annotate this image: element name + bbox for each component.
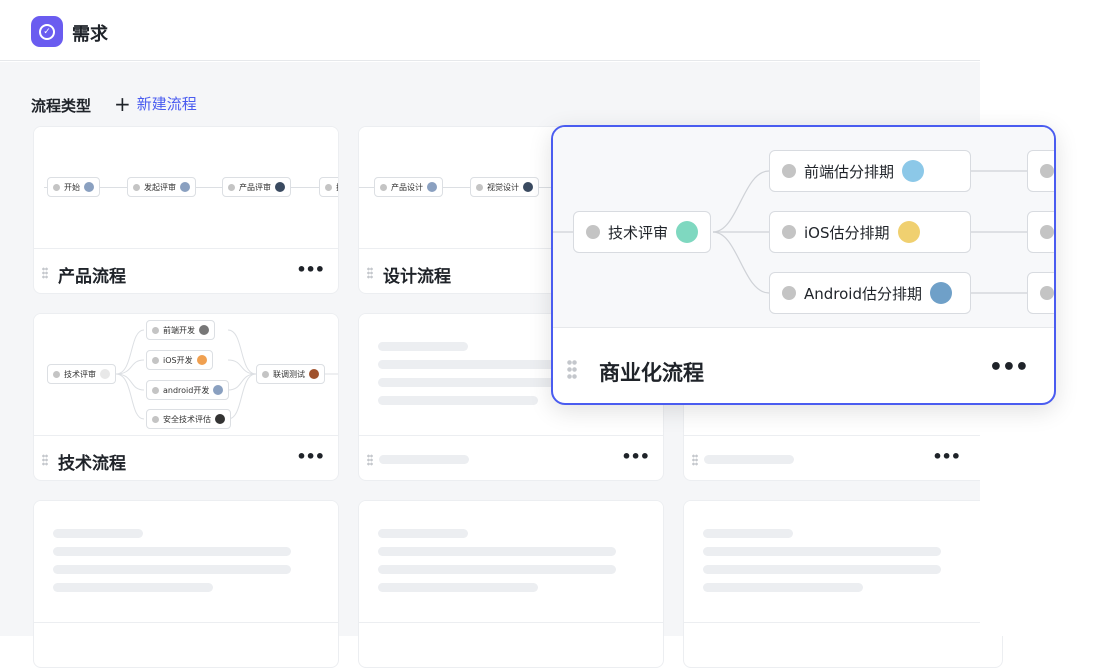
avatar [897,221,920,243]
avatar [196,355,207,365]
flow-node [1027,150,1054,192]
flow-node [1027,272,1054,314]
more-icon[interactable]: ••• [621,447,650,466]
skeleton-card [358,500,664,668]
more-icon[interactable]: ••• [932,447,961,466]
flow-node: 技术评审 [47,364,116,384]
flow-preview: 技术评审 前端估分排期 iOS估分排期 Android估分排期 [553,127,1054,328]
skeleton-card [683,500,1003,668]
more-icon[interactable]: ••• [296,447,325,466]
flow-node: 开始 [47,177,100,197]
avatar [902,160,925,182]
app-logo: ✓ [31,16,63,47]
flow-node: 产品评审 [222,177,291,197]
avatar [427,182,437,192]
section-title: 流程类型 [31,97,92,115]
flow-card[interactable]: 技术评审 前端开发 iOS开发 android开发 安全技术评估 联调测试 技术… [33,313,339,481]
more-icon[interactable]: ••• [989,355,1029,380]
card-title: 技术流程 [58,454,126,474]
featured-flow-card[interactable]: 技术评审 前端估分排期 iOS估分排期 Android估分排期 商业化流程 ••… [551,125,1056,405]
drag-handle-icon[interactable] [367,454,373,466]
flow-node: 安全技术评估 [146,409,231,429]
more-icon[interactable]: ••• [296,260,325,279]
flow-node: 视觉设计 [470,177,539,197]
avatar [213,385,224,395]
card-title: 商业化流程 [599,361,704,385]
drag-handle-icon[interactable] [567,359,577,379]
new-flow-label: 新建流程 [136,95,197,113]
flow-preview: 开始 发起评审 产品评审 技 [34,127,338,249]
avatar [100,369,110,379]
flow-preview: 技术评审 前端开发 iOS开发 android开发 安全技术评估 联调测试 [34,314,338,436]
avatar [676,221,699,243]
skeleton-card [33,500,339,668]
flow-node: iOS开发 [146,350,213,370]
plus-icon: + [114,91,131,116]
avatar [309,369,319,379]
drag-handle-icon[interactable] [42,454,48,466]
drag-handle-icon[interactable] [367,267,373,279]
flow-node: 发起评审 [127,177,196,197]
avatar [84,182,94,192]
app-header: ✓ 需求 [0,0,980,61]
flow-node: 产品设计 [374,177,443,197]
flow-node [1027,211,1054,253]
flow-node: Android估分排期 [769,272,971,314]
avatar [275,182,285,192]
flow-card[interactable]: 开始 发起评审 产品评审 技 产品流程 ••• [33,126,339,294]
drag-handle-icon[interactable] [42,267,48,279]
check-circle-icon: ✓ [39,23,55,40]
flow-node: 前端估分排期 [769,150,971,192]
card-title: 产品流程 [58,267,126,287]
card-title: 设计流程 [383,267,451,287]
drag-handle-icon[interactable] [692,454,698,466]
flow-node: iOS估分排期 [769,211,971,253]
avatar [199,325,209,335]
avatar [180,182,190,192]
flow-node: 前端开发 [146,320,215,340]
avatar [930,282,952,304]
page-title: 需求 [72,24,108,45]
avatar [523,182,533,192]
flow-node: 技术评审 [573,211,712,253]
new-flow-button[interactable]: + 新建流程 [114,93,197,114]
flow-node: 联调测试 [256,364,325,384]
avatar [215,414,225,424]
flow-node: 技 [319,177,338,197]
flow-node: android开发 [146,380,230,400]
